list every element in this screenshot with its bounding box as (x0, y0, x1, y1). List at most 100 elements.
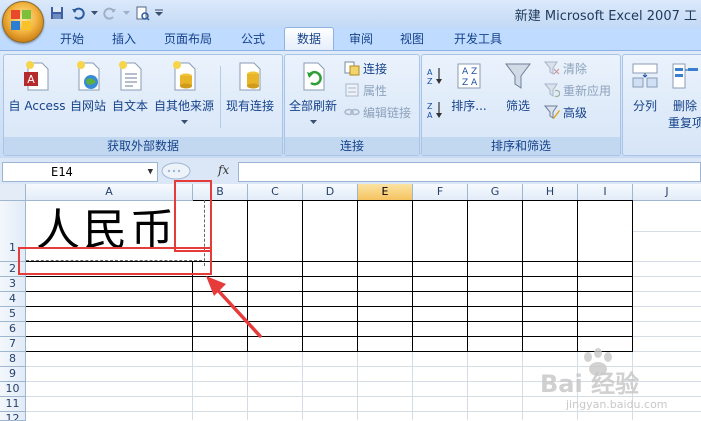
redo-dropdown-icon[interactable] (122, 4, 130, 22)
connections-button[interactable]: 连接 (344, 58, 387, 78)
table-border (467, 200, 468, 352)
filter-button[interactable]: 筛选 (500, 60, 536, 114)
gridline (247, 352, 248, 420)
edit-links-label: 编辑链接 (363, 105, 412, 120)
remove-duplicates-button[interactable]: 删除 重复项 (668, 60, 701, 131)
formula-input[interactable] (238, 162, 701, 182)
properties-icon (345, 83, 359, 97)
undo-icon[interactable] (69, 4, 87, 22)
row-header-7[interactable]: 7 (0, 337, 26, 352)
sort-a-to-z-button[interactable]: A Z (426, 66, 444, 86)
text-to-columns-icon (632, 63, 658, 88)
row-header-8[interactable]: 8 (0, 352, 26, 367)
group-label: 连接 (285, 137, 419, 155)
group-label: 排序和筛选 (422, 137, 620, 155)
redo-icon[interactable] (101, 4, 119, 22)
from-web-button[interactable]: 自网站 (68, 60, 108, 114)
properties-button[interactable]: 属性 (344, 80, 387, 100)
separator (220, 66, 221, 128)
table-border (632, 200, 633, 352)
table-border (522, 200, 523, 352)
reapply-button[interactable]: 重新应用 (544, 80, 611, 100)
column-header-e[interactable]: E (358, 184, 413, 201)
row-header-9[interactable]: 9 (0, 367, 26, 382)
tab-view[interactable]: 视图 (390, 28, 434, 50)
sort-z-to-a-button[interactable]: Z A (426, 100, 444, 120)
table-border (577, 200, 578, 352)
text-to-columns-button[interactable]: 分列 (628, 60, 662, 114)
access-icon: A (24, 61, 49, 91)
sort-icon: A Z Z A (457, 63, 481, 89)
column-header-h[interactable]: H (523, 184, 578, 201)
row-header-11[interactable]: 11 (0, 397, 26, 412)
from-access-button[interactable]: A 自 Access (6, 60, 68, 114)
row-header-4[interactable]: 4 (0, 292, 26, 307)
tab-page-layout[interactable]: 页面布局 (155, 28, 221, 50)
table-border (357, 200, 358, 352)
name-box-dropdown-icon[interactable]: ▼ (148, 163, 153, 181)
remove-duplicates-icon (672, 63, 698, 89)
advanced-filter-button[interactable]: 高级 (544, 102, 587, 122)
column-header-a[interactable]: A (26, 184, 193, 201)
svg-text:Z: Z (427, 77, 433, 86)
watermark-logo-text: Bai 经验 (540, 370, 640, 398)
tab-developer[interactable]: 开发工具 (445, 28, 511, 50)
filter-icon (505, 63, 531, 89)
window-title: 新建 Microsoft Excel 2007 工 (514, 9, 697, 24)
svg-text:Z: Z (427, 102, 433, 111)
clear-filter-icon (544, 61, 560, 75)
insert-function-button[interactable]: fx (218, 163, 229, 177)
sort-label: 排序... (451, 99, 487, 113)
customize-qat-icon[interactable] (154, 4, 164, 22)
row-header-6[interactable]: 6 (0, 322, 26, 337)
tab-review[interactable]: 审阅 (339, 28, 383, 50)
annotation-highlight-box (18, 247, 212, 275)
name-box[interactable]: E14 ▼ (2, 162, 158, 182)
advanced-label: 高级 (563, 105, 588, 120)
existing-connections-icon (239, 62, 261, 91)
edit-links-icon (344, 108, 360, 116)
from-web-label: 自网站 (69, 99, 106, 113)
reapply-label: 重新应用 (563, 83, 612, 98)
table-border (302, 200, 303, 352)
svg-text:A: A (427, 111, 433, 120)
function-zone: fx (160, 162, 238, 180)
print-preview-icon[interactable] (133, 4, 151, 22)
tab-home[interactable]: 开始 (50, 28, 94, 50)
tab-data[interactable]: 数据 (284, 27, 334, 51)
gridline (632, 231, 701, 232)
undo-dropdown-icon[interactable] (90, 4, 98, 22)
tab-insert[interactable]: 插入 (102, 28, 146, 50)
select-all-corner[interactable] (0, 184, 26, 201)
sort-z-to-a-icon: Z A (427, 102, 442, 120)
from-other-sources-button[interactable]: 自其他来源 (151, 60, 217, 128)
table-border (26, 306, 633, 307)
svg-text:A: A (427, 68, 433, 77)
gridline (467, 352, 468, 420)
save-icon[interactable] (48, 4, 66, 22)
gridline (522, 352, 523, 420)
sort-button[interactable]: A Z Z A 排序... (450, 60, 488, 114)
row-header-10[interactable]: 10 (0, 382, 26, 397)
refresh-all-button[interactable]: 全部刷新 (288, 60, 338, 128)
from-text-button[interactable]: 自文本 (110, 60, 150, 114)
row-header-3[interactable]: 3 (0, 277, 26, 292)
existing-connections-button[interactable]: 现有连接 (223, 60, 277, 114)
column-header-g[interactable]: G (468, 184, 523, 201)
clear-button[interactable]: 清除 (544, 58, 587, 78)
column-header-c[interactable]: C (248, 184, 303, 201)
table-border (26, 336, 633, 337)
edit-links-button[interactable]: 编辑链接 (344, 102, 411, 122)
row-header-5[interactable]: 5 (0, 307, 26, 322)
filter-label: 筛选 (505, 99, 530, 113)
tab-formulas[interactable]: 公式 (231, 28, 275, 50)
column-header-j[interactable]: J (633, 184, 701, 201)
column-header-i[interactable]: I (578, 184, 633, 201)
dropdown-arrow-icon (180, 120, 188, 124)
table-border (193, 200, 633, 201)
table-border (412, 200, 413, 352)
office-logo-icon (11, 10, 31, 30)
gridline (357, 352, 358, 420)
column-header-f[interactable]: F (413, 184, 468, 201)
column-header-d[interactable]: D (303, 184, 358, 201)
